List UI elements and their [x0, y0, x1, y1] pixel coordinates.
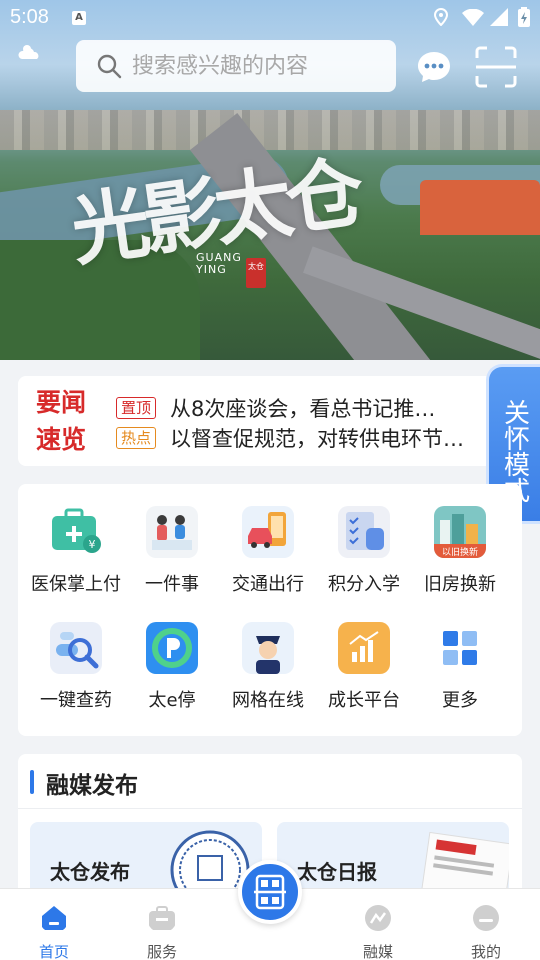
section-accent-bar	[30, 770, 34, 794]
service-label: 一键查药	[40, 690, 112, 711]
car-phone-icon	[242, 506, 294, 558]
tab-media[interactable]: 融媒	[338, 889, 418, 960]
news-item[interactable]: 置顶 从8次座谈会，看总书记推…	[116, 392, 435, 424]
hot-tag: 热点	[116, 427, 157, 449]
news-flash-card: 要闻 速览 置顶 从8次座谈会，看总书记推… 热点 以督查促规范，对转供电环节…	[18, 376, 522, 466]
service-label: 太e停	[148, 690, 196, 711]
home-icon	[42, 906, 66, 930]
city-building-icon: 以旧换新	[434, 506, 486, 558]
service-item[interactable]: ¥ 医保掌上付	[28, 484, 124, 595]
service-desk-icon	[146, 506, 198, 558]
service-label: 更多	[442, 690, 478, 711]
qr-scan-icon	[254, 874, 286, 910]
section-divider	[18, 808, 522, 809]
banner-caption: GUANG YING	[196, 252, 242, 276]
service-item[interactable]: 太e停	[124, 600, 220, 711]
service-item[interactable]: 更多	[412, 600, 508, 711]
grid-more-icon	[434, 622, 486, 674]
notification-a-icon: A	[72, 11, 86, 25]
news-title[interactable]: 以督查促规范，对转供电环节…	[170, 423, 464, 453]
news-title[interactable]: 从8次座谈会，看总书记推…	[170, 393, 435, 423]
news-item[interactable]: 热点 以督查促规范，对转供电环节…	[116, 422, 464, 454]
search-bar[interactable]	[76, 40, 396, 92]
service-label: 成长平台	[328, 690, 400, 711]
pinned-tag: 置顶	[116, 397, 157, 419]
growth-chart-icon	[338, 622, 390, 674]
media-card-title: 太仓发布	[50, 860, 130, 884]
media-icon	[365, 905, 391, 931]
services-grid: ¥ 医保掌上付 一件事 交通出行 积分入学 以旧换新 旧房换新 一键查药 太e停…	[18, 484, 522, 736]
service-label: 交通出行	[232, 574, 304, 595]
tab-label: 我的	[470, 943, 501, 960]
news-brand-line1: 要闻	[36, 388, 87, 417]
service-item[interactable]: 交通出行	[220, 484, 316, 595]
service-item[interactable]: 积分入学	[316, 484, 412, 595]
parking-p-icon	[146, 622, 198, 674]
user-icon	[473, 905, 499, 931]
center-scan-button[interactable]	[238, 860, 302, 924]
service-item[interactable]: 一件事	[124, 484, 220, 595]
tab-services[interactable]: 服务	[122, 889, 202, 960]
status-time: 5:08	[10, 6, 49, 28]
battery-icon	[518, 7, 530, 27]
news-brand-line2: 速览	[36, 425, 87, 454]
message-icon[interactable]	[416, 50, 452, 84]
medicine-search-icon	[50, 622, 102, 674]
section-title: 融媒发布	[46, 773, 138, 799]
tab-profile[interactable]: 我的	[446, 889, 526, 960]
search-icon	[97, 54, 122, 79]
status-bar: 5:08 A	[0, 0, 540, 36]
wifi-icon	[462, 9, 484, 26]
service-label: 积分入学	[328, 574, 400, 595]
briefcase-icon	[149, 906, 175, 930]
news-brand: 要闻 速览	[36, 384, 86, 458]
svg-text:¥: ¥	[89, 538, 96, 551]
police-avatar-icon	[242, 622, 294, 674]
banner-seal: 太仓	[246, 258, 266, 288]
service-label: 一件事	[145, 574, 199, 595]
service-label: 旧房换新	[424, 574, 496, 595]
tab-home[interactable]: 首页	[14, 889, 94, 960]
weather-cloud-icon[interactable]	[18, 42, 44, 62]
media-card-title: 太仓日报	[297, 860, 377, 884]
banner-caption-line2: YING	[196, 263, 227, 276]
search-input[interactable]	[132, 53, 382, 79]
service-label: 医保掌上付	[31, 574, 121, 595]
location-icon	[434, 8, 448, 26]
checklist-bag-icon	[338, 506, 390, 558]
signal-icon	[490, 8, 508, 26]
medical-wallet-icon: ¥	[50, 506, 102, 558]
tab-label: 服务	[146, 943, 177, 960]
service-badge: 以旧换新	[442, 546, 478, 558]
banner-building	[420, 180, 540, 235]
service-item[interactable]: 以旧换新 旧房换新	[412, 484, 508, 595]
service-item[interactable]: 一键查药	[28, 600, 124, 711]
scan-icon[interactable]	[474, 46, 518, 88]
service-item[interactable]: 网格在线	[220, 600, 316, 711]
service-item[interactable]: 成长平台	[316, 600, 412, 711]
tab-label: 融媒	[362, 943, 393, 960]
service-label: 网格在线	[232, 690, 304, 711]
tab-label: 首页	[38, 943, 69, 960]
